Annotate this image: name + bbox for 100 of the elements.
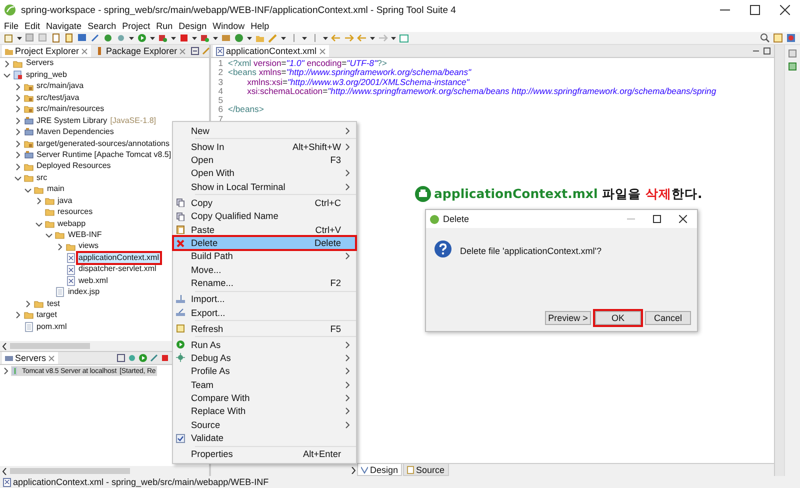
menu-item[interactable]: Copy Qualified Name <box>173 210 356 223</box>
checkbox-checked-icon[interactable] <box>176 434 185 443</box>
maximize-icon[interactable] <box>750 5 760 15</box>
menu-item[interactable]: Run As <box>173 338 356 352</box>
folder-icon <box>24 173 34 184</box>
shortcut-label: Alt+Enter <box>302 449 341 460</box>
collapse-all-icon[interactable] <box>117 354 125 362</box>
view-tab[interactable]: Servers <box>2 352 58 364</box>
tree-item[interactable]: Maven Dependencies <box>36 127 115 138</box>
maximize-icon[interactable] <box>763 47 771 55</box>
tree-item[interactable]: src/test/java <box>36 92 80 104</box>
window-title: spring-workspace - spring_web/src/main/webapp/WEB-INF/applicationContext.xml - Spring Tool Suite 4 <box>21 4 457 16</box>
menu-item[interactable]: Validate <box>173 432 356 445</box>
tree-item[interactable]: src <box>36 172 48 184</box>
dialog-button[interactable]: Cancel <box>645 311 691 325</box>
menu-item[interactable]: Design <box>176 20 210 32</box>
menu-item[interactable]: Team <box>173 378 356 392</box>
tree-item[interactable]: target <box>36 310 58 321</box>
menu-item[interactable]: Run <box>153 20 176 32</box>
menu-item[interactable]: Debug As <box>173 351 356 365</box>
menu-item[interactable]: Open With <box>173 166 356 180</box>
tree-item[interactable]: src/main/resources <box>36 104 106 115</box>
menu-item[interactable]: Replace With <box>173 404 356 418</box>
scroll-left-icon[interactable] <box>2 342 7 350</box>
folder-icon <box>66 242 76 252</box>
library-icon <box>24 127 34 138</box>
play-icon[interactable] <box>139 354 147 362</box>
tree-item[interactable]: Servers <box>25 58 55 69</box>
tree-item[interactable]: JRE System Library <box>36 116 108 126</box>
menu-item[interactable]: Navigate <box>43 20 85 32</box>
tree-item[interactable]: src/main/java <box>36 81 85 92</box>
stop-icon[interactable] <box>161 354 169 362</box>
tree-item[interactable]: webapp <box>56 218 87 230</box>
editor-tab[interactable]: applicationContext.xml <box>213 45 329 57</box>
tree-item[interactable]: Server Runtime [Apache Tomcat v8.5] <box>36 150 172 160</box>
menu-item[interactable]: Search <box>84 20 120 32</box>
tree-item[interactable]: Deployed Resources <box>36 161 112 172</box>
folder-view-icon <box>5 47 13 55</box>
scroll-left-icon[interactable] <box>2 468 7 474</box>
tree-item[interactable]: dispatcher-servlet.xml <box>78 264 158 275</box>
tree-item[interactable]: web.xml <box>78 276 109 286</box>
tree-item[interactable]: pom.xml <box>36 322 68 332</box>
ok-button[interactable]: OK <box>595 311 641 325</box>
tree-item[interactable]: target/generated-sources/annotations <box>36 138 170 150</box>
menu-item[interactable]: Copy Ctrl+C <box>173 196 356 210</box>
tree-item[interactable]: main <box>46 184 66 195</box>
tree-item[interactable]: test <box>46 298 61 310</box>
tree-item[interactable]: index.jsp <box>67 287 101 298</box>
xml-file-icon <box>216 46 224 56</box>
menu-item[interactable]: Paste Ctrl+V <box>173 222 356 236</box>
menu-item[interactable]: Profile As <box>173 364 356 378</box>
scroll-right-icon[interactable] <box>351 466 356 474</box>
close-icon[interactable] <box>679 215 687 223</box>
line-number: 2 <box>217 68 224 78</box>
menu-item[interactable]: Show in Local Terminal <box>173 180 356 194</box>
menu-item[interactable]: Help <box>248 20 272 32</box>
menu-item[interactable]: Compare With <box>173 391 356 405</box>
scrollbar-thumb[interactable] <box>10 468 130 474</box>
folder-icon <box>13 58 23 69</box>
editor-mode-tab[interactable]: Source <box>403 464 449 476</box>
menu-item[interactable]: Rename... F2 <box>173 276 356 290</box>
menu-item[interactable]: Project <box>119 20 154 32</box>
dialog-button[interactable]: Preview > <box>545 311 591 325</box>
shortcut-label: Alt+Shift+W <box>292 142 341 152</box>
menu-item[interactable]: New <box>173 124 356 138</box>
view-tab[interactable]: Project Explorer <box>2 45 92 57</box>
menu-item[interactable]: Source <box>173 418 356 432</box>
package-folder-icon <box>24 82 34 92</box>
menu-item[interactable]: Properties Alt+Enter <box>173 448 356 461</box>
tree-item[interactable]: spring_web <box>25 70 68 80</box>
tree-item[interactable]: resources <box>56 207 94 218</box>
menu-item[interactable]: Edit <box>22 20 44 32</box>
tree-item[interactable]: applicationContext.xml <box>78 252 160 264</box>
close-icon[interactable] <box>780 5 790 15</box>
view-tab[interactable]: Package Explorer <box>93 45 190 57</box>
shortcut-label: Ctrl+C <box>314 198 341 208</box>
tree-item[interactable]: views <box>78 241 100 252</box>
maximize-icon[interactable] <box>653 215 661 223</box>
folder-icon <box>34 184 44 195</box>
editor-mode-tab[interactable]: Design <box>357 464 402 476</box>
menu-item[interactable]: Import... <box>173 292 356 306</box>
vertical-scrollbar[interactable] <box>775 45 785 476</box>
menu-item[interactable]: Export... <box>173 306 356 320</box>
tree-item[interactable]: WEB-INF <box>67 230 103 241</box>
search-icon[interactable] <box>760 33 770 43</box>
menu-item[interactable]: Window <box>210 20 248 32</box>
line-number: 3 <box>217 78 224 87</box>
menu-item[interactable]: Build Path <box>173 250 356 264</box>
menu-item[interactable]: File <box>1 20 22 32</box>
menu-item[interactable]: Open F3 <box>173 153 356 167</box>
stop-icon[interactable] <box>179 33 189 43</box>
app-logo-icon <box>430 214 439 224</box>
menu-item[interactable]: Delete Delete <box>173 236 356 250</box>
scrollbar-thumb[interactable] <box>10 343 90 349</box>
menu-item[interactable]: Move... <box>173 263 356 276</box>
menu-item[interactable]: Refresh F5 <box>173 322 356 336</box>
collapse-all-icon[interactable] <box>191 47 200 55</box>
menu-item[interactable]: Show In Alt+Shift+W <box>173 140 356 154</box>
play-icon[interactable] <box>137 33 147 43</box>
tree-item[interactable]: java <box>56 196 74 206</box>
